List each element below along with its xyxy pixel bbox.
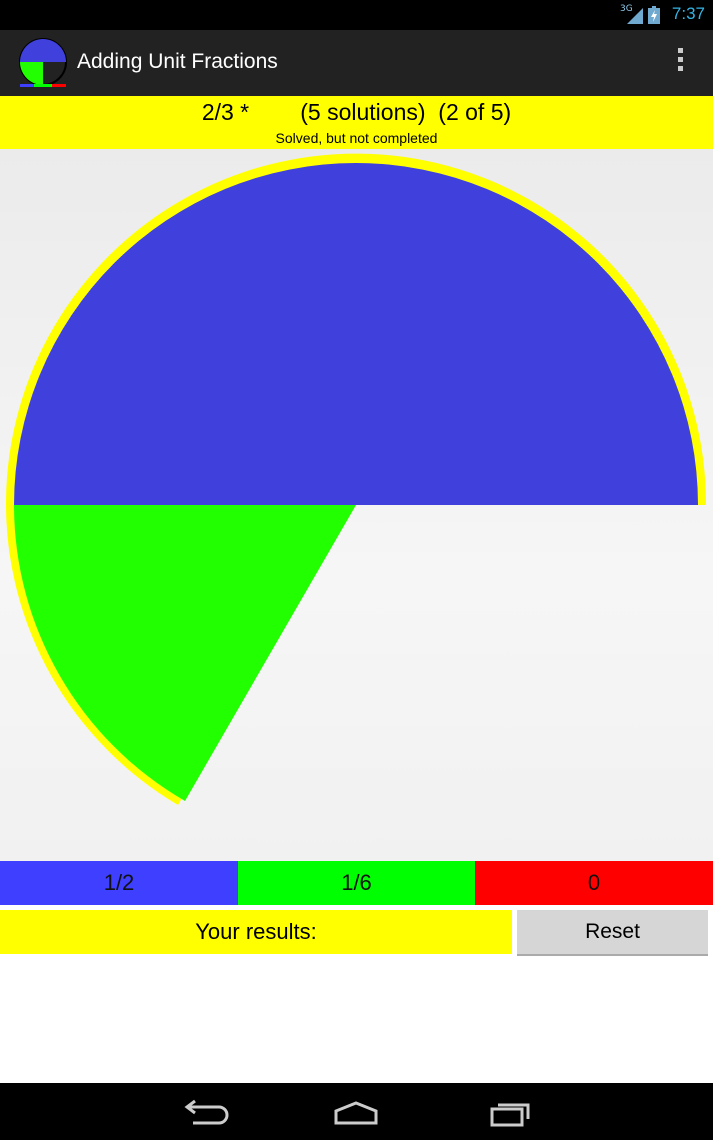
fraction-button-half[interactable]: 1/2 <box>0 861 238 905</box>
results-label: Your results: <box>0 910 512 954</box>
navigation-bar <box>0 1083 713 1140</box>
overflow-menu-icon[interactable] <box>675 48 685 76</box>
action-bar: Adding Unit Fractions <box>0 30 713 97</box>
problem-info-bar: 2/3 * (5 solutions) (2 of 5) Solved, but… <box>0 96 713 149</box>
fraction-canvas[interactable] <box>0 149 713 861</box>
app-title: Adding Unit Fractions <box>77 50 278 73</box>
clock: 7:37 <box>671 4 705 23</box>
signal-icon <box>627 8 643 24</box>
status-bar: 3G 7:37 <box>0 0 713 30</box>
battery-charging-icon <box>648 6 660 24</box>
problem-headline: 2/3 * (5 solutions) (2 of 5) <box>201 99 512 125</box>
fraction-selector: 1/2 1/6 0 <box>0 861 713 905</box>
fraction-circle[interactable] <box>0 149 713 861</box>
status-subtext: Solved, but not completed <box>275 130 438 146</box>
reset-button[interactable]: Reset <box>517 910 708 956</box>
slice-one-sixth[interactable] <box>14 505 356 801</box>
fraction-button-zero[interactable]: 0 <box>475 861 713 905</box>
home-icon[interactable] <box>326 1093 386 1131</box>
recent-apps-icon[interactable] <box>480 1093 540 1131</box>
back-icon[interactable] <box>175 1093 235 1131</box>
slice-one-half[interactable] <box>14 163 698 505</box>
fraction-button-sixth[interactable]: 1/6 <box>238 861 475 905</box>
app-logo-icon <box>19 38 67 87</box>
